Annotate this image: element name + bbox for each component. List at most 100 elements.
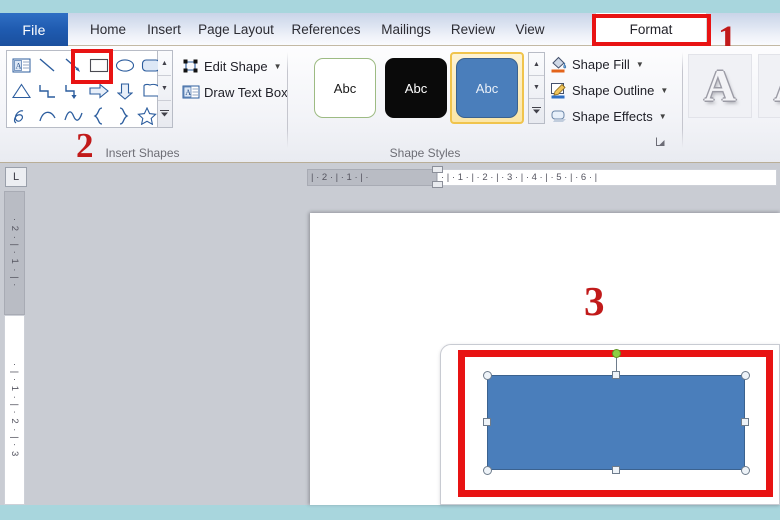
styles-scroll-down-glyph: ▼	[533, 83, 540, 91]
tab-review-label: Review	[450, 22, 496, 37]
shape-styles-scrollbar[interactable]: ▲ ▼	[528, 52, 545, 124]
tab-file-label: File	[22, 21, 46, 38]
styles-scroll-up-icon[interactable]: ▲	[529, 53, 544, 76]
elbow-arrow-connector-shape[interactable]	[60, 79, 86, 103]
edit-shape-label: Edit Shape	[204, 58, 268, 74]
down-arrow-shape[interactable]	[112, 79, 138, 103]
draw-text-box-button[interactable]: A Draw Text Box	[182, 84, 288, 100]
tab-home[interactable]: Home	[80, 13, 136, 46]
wave-shape[interactable]	[60, 104, 86, 128]
tab-home-label: Home	[89, 22, 126, 37]
annotation-3: 3	[584, 278, 605, 324]
freeform-scribble-shape[interactable]	[8, 104, 34, 128]
star-shape[interactable]	[134, 104, 160, 128]
ribbon-tab-bar: File Home Insert Page Layout References …	[0, 13, 780, 46]
shapes-scroll-down-icon[interactable]: ▼	[158, 76, 171, 101]
vruler-margin-zone[interactable]: · 2 · | · 1 · | ·	[4, 191, 25, 315]
shape-style-blue-fill[interactable]: Abc	[456, 58, 518, 118]
shapes-scroll-up-icon[interactable]: ▲	[158, 51, 171, 76]
tab-view[interactable]: View	[506, 13, 554, 46]
tab-references-label: References	[291, 22, 361, 37]
wordart-outline-a[interactable]: A	[688, 54, 752, 118]
resize-handle-bottom-left[interactable]	[483, 466, 492, 475]
ruler-page-zone[interactable]: · | · 1 · | · 2 · | · 3 · | · 4 · | · 5 …	[437, 169, 777, 186]
style-thumb-label-3: Abc	[475, 80, 499, 96]
shapes-gallery-scrollbar[interactable]: ▲ ▼	[158, 50, 173, 128]
rotation-handle[interactable]	[612, 349, 621, 358]
draw-text-box-label: Draw Text Box	[204, 84, 288, 100]
resize-handle-middle-right[interactable]	[741, 418, 749, 426]
chevron-down-icon: ▼	[635, 59, 644, 69]
word-window: File Home Insert Page Layout References …	[0, 0, 780, 520]
shapes-gallery[interactable]: A	[6, 50, 161, 128]
tab-file[interactable]: File	[0, 13, 68, 46]
styles-more-icon[interactable]	[529, 99, 544, 122]
shape-fill-button[interactable]: Shape Fill ▼	[550, 56, 644, 73]
first-line-indent-marker[interactable]	[432, 166, 443, 173]
triangle-shape[interactable]	[8, 79, 34, 103]
blue-rectangle[interactable]	[487, 375, 745, 470]
tab-format-label: Format	[629, 22, 673, 37]
ruler-left-ticks: | · 2 · | · 1 · | ·	[311, 172, 369, 183]
group-divider-1	[287, 52, 288, 148]
vruler-margin-ticks: · 2 · | · 1 · | ·	[9, 218, 20, 288]
vertical-ruler[interactable]: · 2 · | · 1 · | · · | · 1 · | · 2 · | · …	[4, 191, 25, 505]
resize-handle-middle-left[interactable]	[483, 418, 491, 426]
tab-page-layout[interactable]: Page Layout	[192, 13, 280, 46]
text-box-shape[interactable]: A	[8, 53, 34, 77]
tab-review[interactable]: Review	[443, 13, 503, 46]
shape-effects-label: Shape Effects	[572, 108, 653, 124]
styles-scroll-up-glyph: ▲	[533, 60, 540, 68]
ribbon-body: A ▲ ▼ Edit Shape ▼ A Draw Text Box Inser…	[0, 46, 780, 163]
arrow-line-shape[interactable]	[60, 53, 86, 77]
annotation-2: 2	[76, 126, 94, 165]
tab-insert-label: Insert	[147, 22, 181, 37]
tab-view-label: View	[515, 22, 545, 37]
ruler-page-ticks: · | · 1 · | · 2 · | · 3 · | · 4 · | · 5 …	[441, 172, 598, 183]
elbow-connector-shape[interactable]	[34, 79, 60, 103]
vruler-page-ticks: · | · 1 · | · 2 · | · 3	[9, 362, 20, 458]
tab-mailings-label: Mailings	[381, 22, 431, 37]
shape-style-black-fill[interactable]: Abc	[385, 58, 447, 118]
line-shape[interactable]	[34, 53, 60, 77]
style-thumb-label-1: Abc	[333, 80, 357, 96]
vruler-page-zone[interactable]: · | · 1 · | · 2 · | · 3	[4, 315, 25, 505]
oval-shape[interactable]	[112, 53, 138, 77]
shape-styles-dialog-launcher[interactable]	[655, 136, 666, 147]
shape-fill-label: Shape Fill	[572, 56, 630, 72]
right-brace-shape[interactable]	[110, 104, 136, 128]
resize-handle-bottom-center[interactable]	[612, 466, 620, 474]
resize-handle-top-left[interactable]	[483, 371, 492, 380]
tab-mailings[interactable]: Mailings	[372, 13, 440, 46]
group-label-shape-styles: Shape Styles	[389, 146, 461, 160]
draw-text-box-icon: A	[182, 84, 200, 100]
rectangle-shape[interactable]	[86, 53, 112, 77]
right-arrow-shape[interactable]	[86, 79, 112, 103]
tab-insert[interactable]: Insert	[139, 13, 189, 46]
resize-handle-top-right[interactable]	[741, 371, 750, 380]
ruler-left-margin-zone[interactable]: | · 2 · | · 1 · | ·	[307, 169, 437, 186]
chevron-down-icon: ▼	[660, 85, 669, 95]
left-brace-shape[interactable]	[86, 104, 112, 128]
styles-scroll-down-icon[interactable]: ▼	[529, 76, 544, 99]
left-indent-marker[interactable]	[432, 181, 443, 188]
curve-shape[interactable]	[34, 104, 60, 128]
shape-outline-button[interactable]: Shape Outline ▼	[550, 82, 669, 99]
wordart-outline-a-partial[interactable]: A	[758, 54, 780, 118]
shape-style-white-green-outline[interactable]: Abc	[314, 58, 376, 118]
tab-format[interactable]: Format	[595, 13, 707, 46]
resize-handle-bottom-right[interactable]	[741, 466, 750, 475]
shapes-more-icon[interactable]	[158, 101, 171, 126]
horizontal-ruler[interactable]: L | · 2 · | · 1 · | · · | · 1 · | · 2 · …	[0, 163, 780, 191]
paint-bucket-icon	[550, 56, 568, 73]
edit-shape-button[interactable]: Edit Shape ▼	[182, 58, 282, 74]
chevron-down-icon: ▼	[658, 111, 667, 121]
tab-references[interactable]: References	[283, 13, 369, 46]
wordart-a-glyph: A	[704, 61, 736, 110]
wordart-a-glyph-2: A	[774, 64, 780, 108]
tab-stop-glyph: L	[12, 171, 20, 183]
resize-handle-top-center[interactable]	[612, 371, 620, 379]
tab-stop-selector[interactable]: L	[5, 167, 27, 187]
shape-effects-icon	[550, 108, 568, 124]
shape-effects-button[interactable]: Shape Effects ▼	[550, 108, 667, 124]
